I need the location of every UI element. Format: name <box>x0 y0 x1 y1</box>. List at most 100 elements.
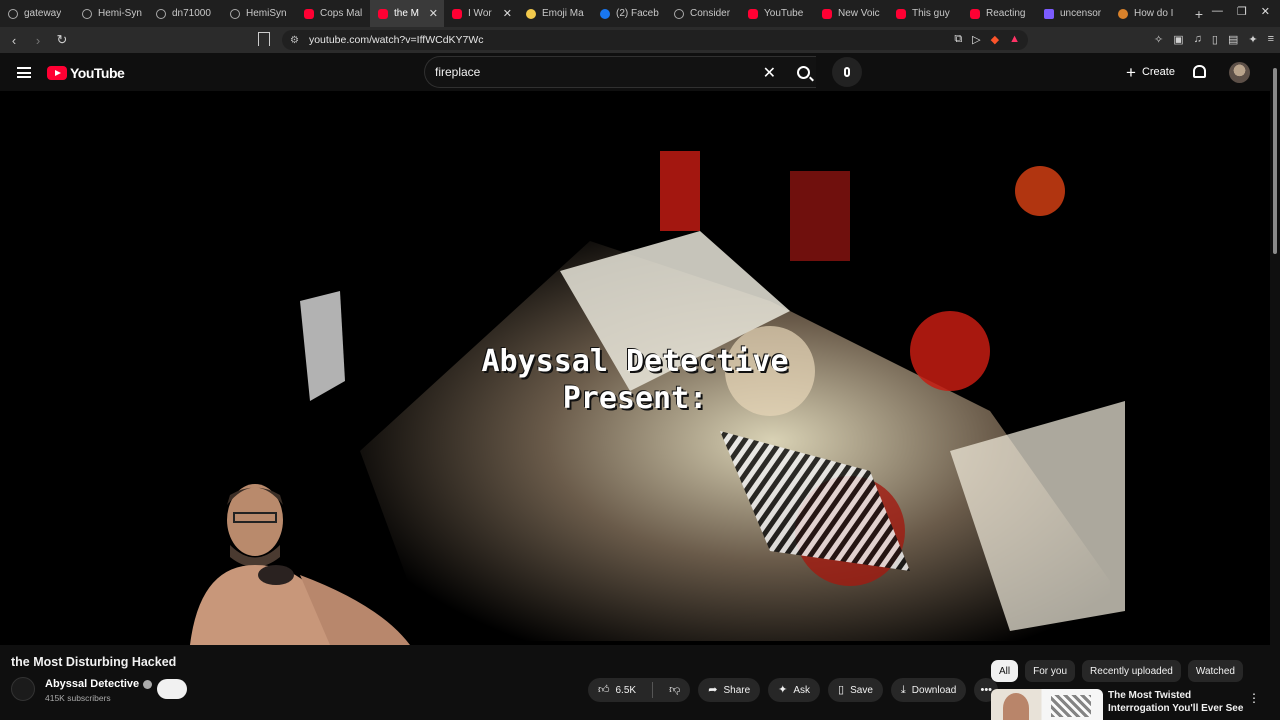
page-scrollbar[interactable] <box>1270 60 1280 720</box>
more-vertical-icon[interactable]: ⋮ <box>1248 691 1260 705</box>
browser-tab[interactable]: (2) Faceb <box>592 0 666 27</box>
browser-tab[interactable]: uncensor <box>1036 0 1110 27</box>
tabs-icon[interactable]: ▤ <box>1228 33 1238 46</box>
browser-tab[interactable]: New Voic <box>814 0 888 27</box>
video-overlay-title: Abyssal Detective Present: <box>440 343 830 417</box>
search-input[interactable]: fireplace ✕ <box>424 56 816 88</box>
browser-tab[interactable]: Emoji Ma <box>518 0 592 27</box>
forward-icon[interactable]: › <box>28 33 48 48</box>
browser-tab[interactable]: Cops Mal <box>296 0 370 27</box>
tab-label: gateway <box>24 8 62 19</box>
recommended-video-thumbnail[interactable] <box>991 689 1103 720</box>
youtube-icon <box>970 8 980 19</box>
bookmark-icon[interactable] <box>258 32 270 46</box>
ask-label: Ask <box>793 684 811 696</box>
chip-recently-uploaded[interactable]: Recently uploaded <box>1082 660 1181 682</box>
ask-button[interactable]: ✦ Ask <box>768 678 821 702</box>
new-tab-button[interactable]: + <box>1188 6 1210 22</box>
browser-tab[interactable]: Reacting <box>962 0 1036 27</box>
youtube-logo[interactable]: YouTube <box>47 65 125 81</box>
tab-label: New Voic <box>838 8 880 19</box>
chip-for-you[interactable]: For you <box>1025 660 1076 682</box>
webcam-overlay-person <box>190 484 410 645</box>
download-label: Download <box>911 684 957 696</box>
brave-shields-icon[interactable]: ◆ <box>991 33 999 46</box>
close-window-icon[interactable]: ✕ <box>1261 5 1270 18</box>
tab-label: HemiSyn <box>246 8 287 19</box>
back-icon[interactable]: ‹ <box>4 33 24 48</box>
verified-icon <box>143 679 153 689</box>
channel-avatar[interactable] <box>11 677 35 701</box>
tab-list: gateway Hemi-Syn dn71000 HemiSyn Cops Mal the… <box>0 0 1184 27</box>
like-count: 6.5K <box>615 684 637 696</box>
wallet-icon[interactable]: ▣ <box>1173 33 1183 46</box>
dislike-button[interactable]: 👎︎ <box>659 678 690 702</box>
tab-label: Consider <box>690 8 731 19</box>
account-avatar[interactable] <box>1229 62 1250 83</box>
browser-tab[interactable]: HemiSyn <box>222 0 296 27</box>
chip-watched[interactable]: Watched <box>1187 660 1243 682</box>
voice-search-button[interactable] <box>832 57 862 87</box>
menu-hamburger-icon[interactable] <box>17 67 31 78</box>
create-button[interactable]: + Create <box>1118 59 1180 85</box>
browser-tab[interactable]: This guy <box>888 0 962 27</box>
send-icon[interactable]: ▷ <box>972 33 980 46</box>
url-text: youtube.com/watch?v=IffWCdKY7Wc <box>308 34 484 46</box>
overlay-line-2: Present: <box>562 381 708 416</box>
browser-tab[interactable]: I Wor ✕ <box>444 0 518 27</box>
share-label: Share <box>723 684 751 696</box>
channel-name-link[interactable]: Abyssal Detective <box>45 678 153 690</box>
brave-rewards-icon[interactable]: ▲ <box>1009 33 1020 46</box>
clear-search-icon[interactable]: ✕ <box>763 63 776 83</box>
leo-icon[interactable]: ✦ <box>1248 33 1257 46</box>
share-button[interactable]: ➦ Share <box>698 678 761 702</box>
video-title: the Most Disturbing Hacked <box>11 655 177 669</box>
close-tab-icon[interactable]: ✕ <box>503 7 512 20</box>
site-info-icon[interactable]: ⚙ <box>290 35 299 46</box>
address-bar[interactable]: ⚙ youtube.com/watch?v=IffWCdKY7Wc ⧉ ▷ ◆ … <box>282 30 1028 50</box>
browser-tab[interactable]: the M ✕ <box>370 0 444 27</box>
subscriber-count: 415K subscribers <box>45 693 111 703</box>
notifications-bell-icon[interactable] <box>1193 65 1206 78</box>
chip-all[interactable]: All <box>991 660 1019 682</box>
browser-tab[interactable]: Hemi-Syn <box>74 0 148 27</box>
media-icon[interactable]: ♫ <box>1194 33 1202 46</box>
restore-icon[interactable]: ❐ <box>1237 5 1247 18</box>
browser-tab[interactable]: YouTube <box>740 0 814 27</box>
youtube-icon <box>896 8 906 19</box>
create-label: Create <box>1141 66 1175 78</box>
download-icon: ⤓ <box>900 683 906 696</box>
subscribe-button[interactable] <box>157 679 187 699</box>
recommended-video-title[interactable]: The Most Twisted Interrogation You'll Ev… <box>1108 690 1250 715</box>
browser-tab[interactable]: dn71000 <box>148 0 222 27</box>
browser-tab[interactable]: How do I <box>1110 0 1184 27</box>
download-button[interactable]: ⤓ Download <box>890 678 967 702</box>
minimize-icon[interactable]: — <box>1212 5 1223 18</box>
open-external-icon[interactable]: ⧉ <box>954 33 962 46</box>
bookmark-save-icon: ▯ <box>838 683 845 696</box>
reload-icon[interactable]: ↻ <box>52 32 72 48</box>
save-button[interactable]: ▯ Save <box>828 678 883 702</box>
extensions-icon[interactable]: ✧ <box>1154 33 1163 46</box>
youtube-icon <box>822 8 832 19</box>
recommended-video[interactable]: The Most Twisted Interrogation You'll Ev… <box>991 689 1270 720</box>
tab-label: Cops Mal <box>320 8 363 19</box>
scrollbar-thumb[interactable] <box>1273 68 1277 254</box>
channel-name: Abyssal Detective <box>45 678 140 690</box>
like-button[interactable]: 👍︎ 6.5K <box>588 678 646 702</box>
menu-icon[interactable]: ≡ <box>1268 33 1274 46</box>
tab-label: Emoji Ma <box>542 8 584 19</box>
thumbs-up-icon: 👍︎ <box>598 683 610 696</box>
overlay-line-1: Abyssal Detective <box>481 344 789 379</box>
youtube-icon <box>452 8 462 19</box>
like-dislike-group: 👍︎ 6.5K 👎︎ <box>588 678 691 702</box>
sidebar-icon[interactable]: ▯ <box>1212 33 1218 46</box>
close-tab-icon[interactable]: ✕ <box>429 7 438 20</box>
browser-tab[interactable]: Consider <box>666 0 740 27</box>
globe-icon <box>674 8 684 19</box>
youtube-wordmark: YouTube <box>70 65 125 81</box>
save-label: Save <box>850 684 873 696</box>
search-button[interactable] <box>786 56 820 88</box>
browser-tab[interactable]: gateway <box>0 0 74 27</box>
extension-icons: ✧ ▣ ♫ ▯ ▤ ✦ ≡ <box>1154 33 1274 46</box>
